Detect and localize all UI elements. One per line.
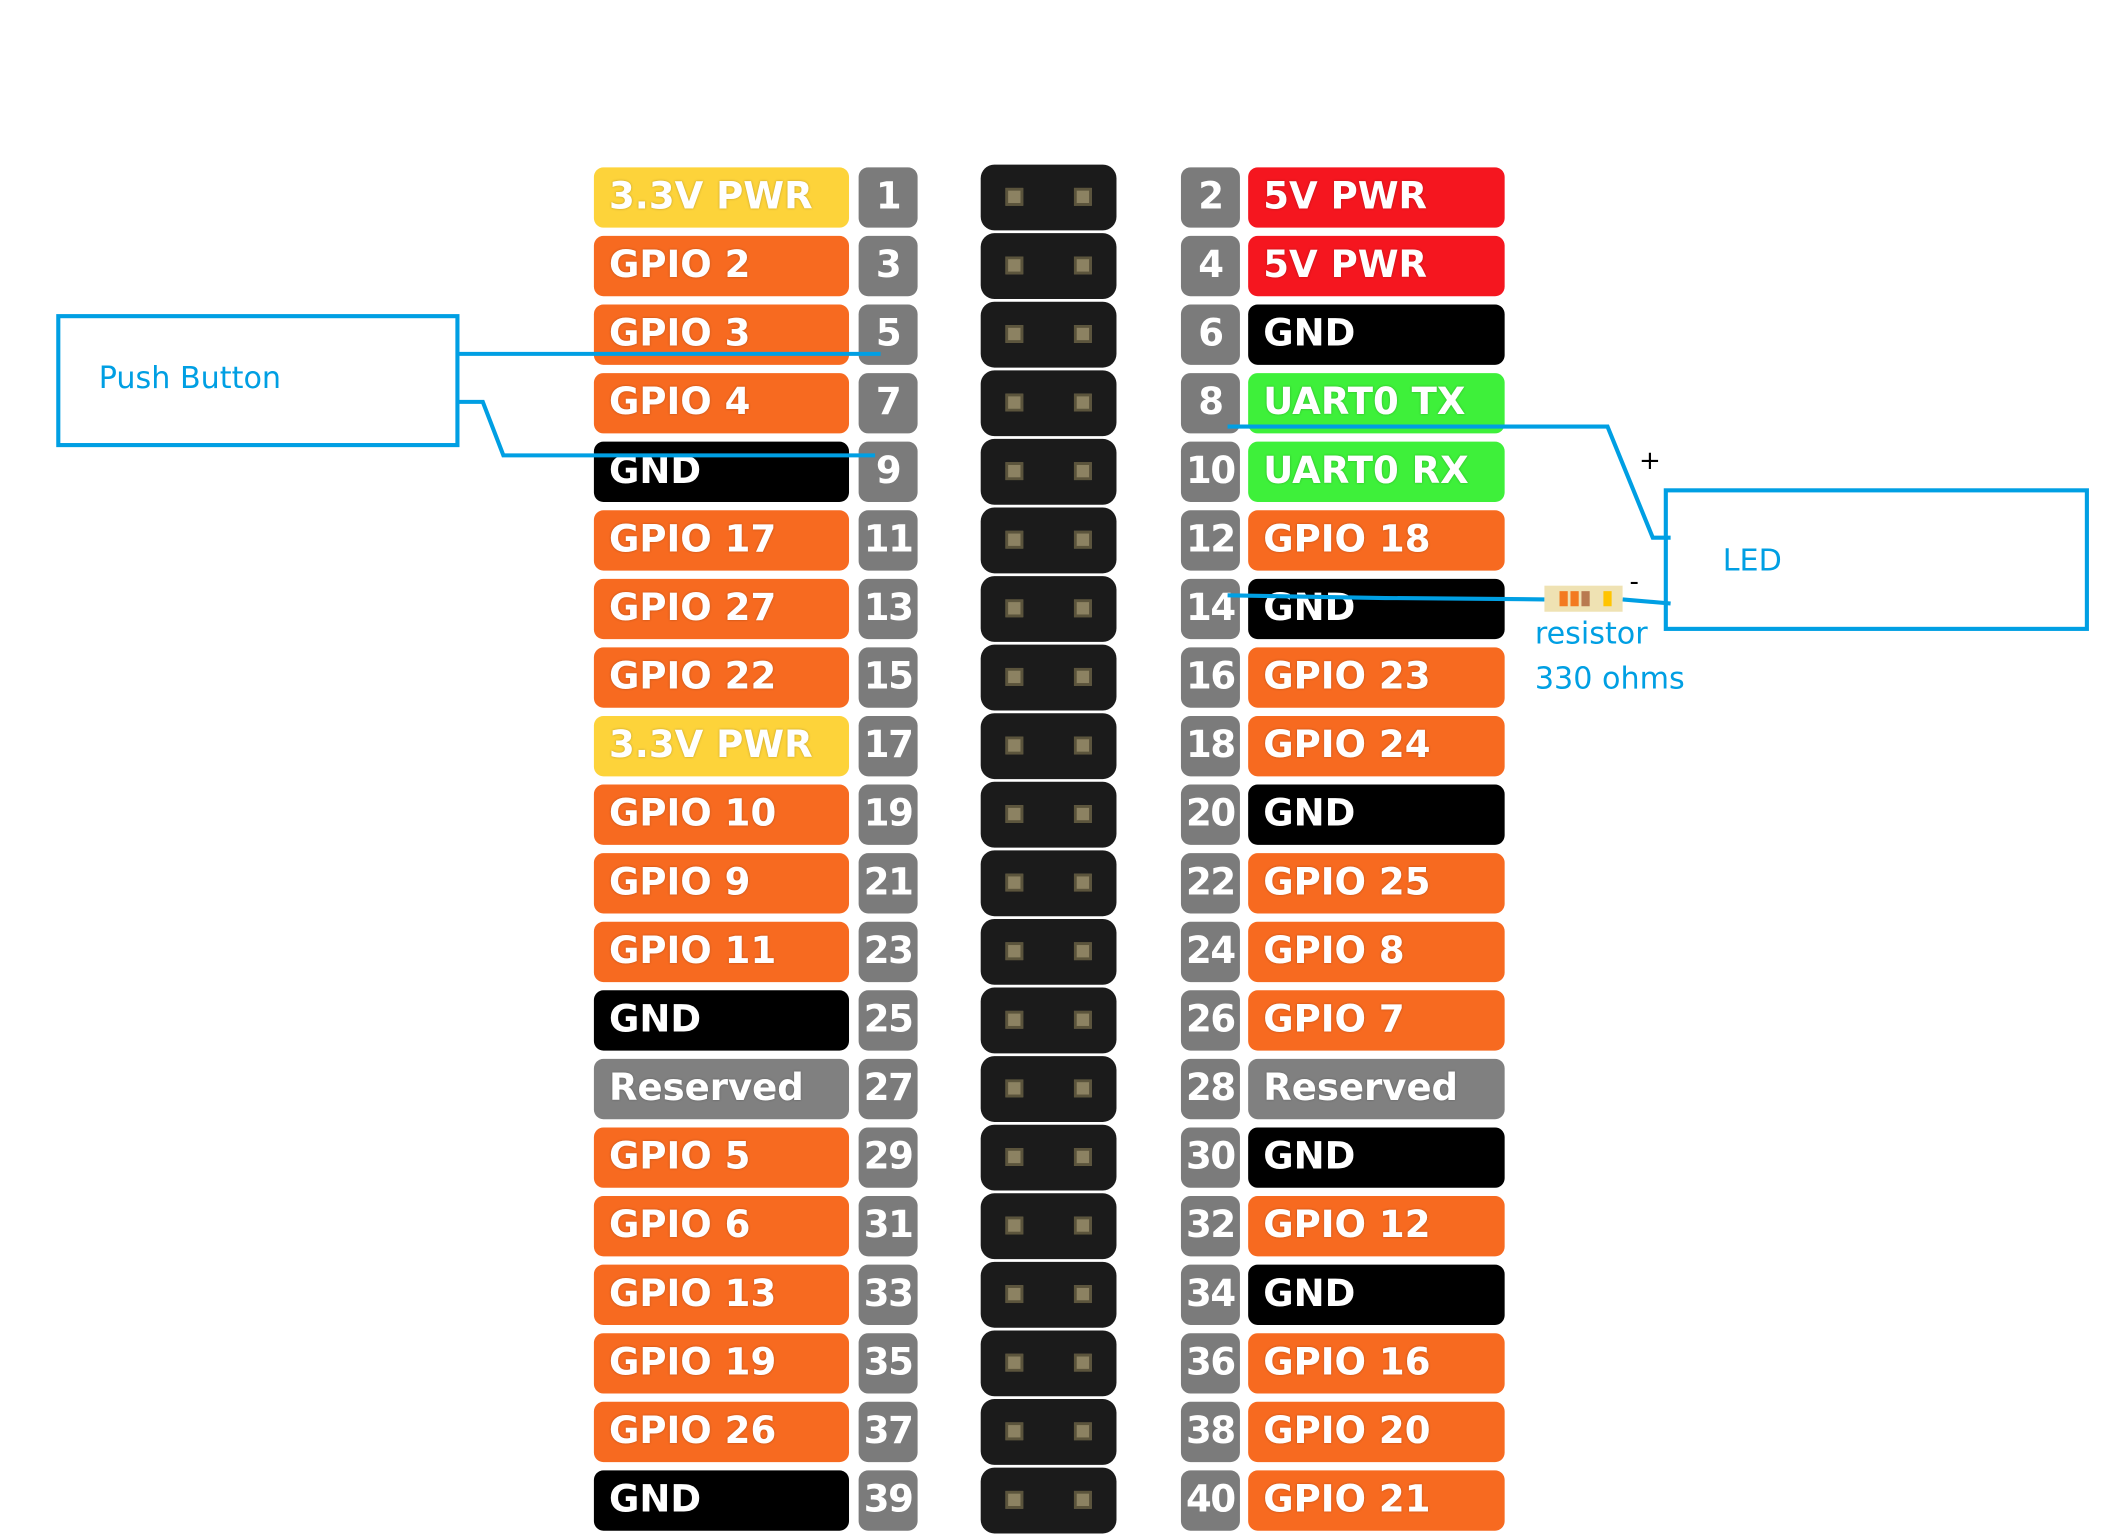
led-plus-sign: + [1639, 445, 1661, 476]
push-button-label: Push Button [98, 362, 282, 397]
wires [458, 351, 1671, 606]
resistor-band [1603, 591, 1612, 607]
wire-pin14-to-resistor [1227, 593, 1545, 602]
resistor-band [1559, 591, 1568, 607]
resistor-band [1570, 591, 1579, 607]
led-label: LED [1722, 544, 1782, 579]
resistor-value: 330 ohms [1534, 662, 1685, 697]
gpio-wiring-diagram: 3.3V PWR 1 2 5V PWR GPIO 2 3 4 5V PWR GPIO 3 5 6 GN… [0, 0, 2126, 1538]
resistor-band [1581, 591, 1590, 607]
resistor-label: resistor [1534, 617, 1648, 652]
wire-button-to-pin9 [458, 399, 876, 458]
led-minus-sign: - [1629, 566, 1639, 597]
wire-pin8-to-led-plus [1227, 424, 1671, 540]
resistor-icon [1544, 585, 1623, 612]
